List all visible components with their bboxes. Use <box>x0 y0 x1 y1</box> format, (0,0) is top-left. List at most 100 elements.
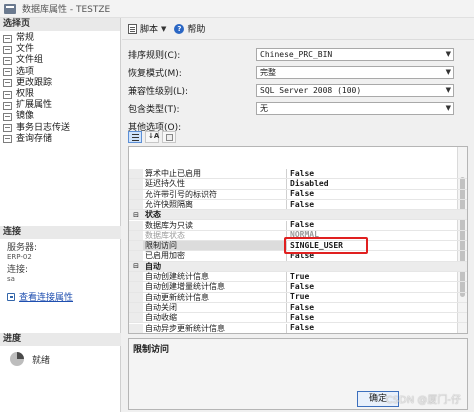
property-row[interactable]: 自动创建统计信息 True <box>129 272 467 283</box>
sidebar-item-2[interactable]: 文件组 <box>0 55 120 66</box>
connection-section: 连接 服务器: ERP-02 连接: sa 查看连接属性 <box>0 226 121 303</box>
sidebar-item-1[interactable]: 文件 <box>0 44 120 55</box>
property-row[interactable]: 算术中止已启用 False <box>129 169 467 180</box>
property-row[interactable]: 数据库为只读 False <box>129 220 467 231</box>
sidebar-item-8[interactable]: 事务日志传送 <box>0 123 120 134</box>
row-gutter <box>129 282 143 292</box>
sidebar-item-7[interactable]: 镜像 <box>0 111 120 122</box>
toolbar: 脚本 ▼ ? 帮助 <box>122 18 474 40</box>
property-name: 自动 <box>143 261 443 271</box>
collation-select[interactable]: Chinese_PRC_BIN ▼ <box>256 48 454 61</box>
server-label: 服务器: <box>7 243 38 253</box>
property-row[interactable]: 允许带引号的标识符 False <box>129 189 467 200</box>
recovery-select[interactable]: 完整 ▼ <box>256 66 454 79</box>
property-row[interactable]: 自动异步更新统计信息 False <box>129 323 467 333</box>
property-name: 自动创建统计信息 <box>143 272 287 282</box>
connection-info: 服务器: ERP-02 连接: sa 查看连接属性 <box>0 239 121 303</box>
server-value: ERP-02 <box>7 253 32 261</box>
property-name: 允许带引号的标识符 <box>143 189 287 199</box>
compat-select[interactable]: SQL Server 2008 (100) ▼ <box>256 84 454 97</box>
compat-label: 兼容性级别(L): <box>128 87 189 97</box>
recovery-value: 完整 <box>260 68 276 77</box>
property-row[interactable]: 数据库状态 NORMAL <box>129 230 467 242</box>
row-gutter <box>129 272 143 282</box>
script-label: 脚本 <box>140 25 159 35</box>
page-icon <box>3 45 12 54</box>
collapse-icon[interactable]: ⊟ <box>129 210 143 219</box>
row-gutter <box>129 292 143 302</box>
property-value[interactable]: False <box>287 323 314 333</box>
property-grid[interactable]: 算术中止已启用 False 延迟持久性 Disabled 允许带引号的标识符 False 允… <box>128 146 468 334</box>
sidebar-item-9[interactable]: 查询存储 <box>0 134 120 145</box>
row-gutter <box>129 313 143 323</box>
property-category-row[interactable]: ⊟ 状态 <box>129 210 467 221</box>
property-row[interactable]: 自动收缩 False <box>129 313 467 324</box>
chevron-down-icon: ▼ <box>445 86 451 94</box>
property-row[interactable]: 自动更新统计信息 True <box>129 292 467 303</box>
property-value[interactable]: False <box>287 220 314 230</box>
sidebar-item-label: 文件 <box>16 44 35 55</box>
page-icon <box>3 68 12 77</box>
row-gutter <box>129 251 143 261</box>
sidebar-item-label: 事务日志传送 <box>16 122 71 133</box>
script-button[interactable]: 脚本 ▼ <box>128 22 166 35</box>
property-value[interactable]: False <box>287 169 314 179</box>
property-row[interactable]: 允许快照隔离 False <box>129 200 467 211</box>
containment-row: 包含类型(T): 无 ▼ <box>128 102 468 115</box>
property-value[interactable]: False <box>287 251 314 261</box>
sidebar-item-label: 更改跟踪 <box>16 77 53 88</box>
property-value[interactable]: True <box>287 272 309 282</box>
chevron-down-icon[interactable]: ▼ <box>161 25 166 33</box>
property-value[interactable]: Disabled <box>287 179 329 189</box>
watermark-text: CSDN @厦门-仔 <box>385 395 461 406</box>
property-value[interactable]: False <box>287 282 314 292</box>
grid-toolbar: ↓A <box>128 131 179 143</box>
property-name: 自动收缩 <box>143 313 287 323</box>
property-value[interactable]: False <box>287 303 314 313</box>
page-icon <box>3 56 12 65</box>
property-row[interactable]: 限制访问 SINGLE_USER <box>129 241 467 252</box>
property-row[interactable]: 已启用加密 False <box>129 251 467 262</box>
progress-spinner-icon <box>10 352 24 366</box>
sidebar-item-3[interactable]: 选项 <box>0 67 120 78</box>
progress-section: 进度 就绪 <box>0 333 121 366</box>
page-icon <box>3 34 12 43</box>
page-icon <box>3 101 12 110</box>
sidebar-item-5[interactable]: 权限 <box>0 89 120 100</box>
chevron-down-icon: ▼ <box>445 68 451 76</box>
property-name: 限制访问 <box>143 241 287 251</box>
alphabetical-button[interactable]: ↓A <box>145 131 159 143</box>
property-row[interactable]: 延迟持久性 Disabled <box>129 179 467 190</box>
help-button[interactable]: ? 帮助 <box>174 22 205 35</box>
sidebar-item-6[interactable]: 扩展属性 <box>0 100 120 111</box>
property-value[interactable]: True <box>287 292 309 302</box>
description-panel: 限制访问 确定 CSDN @厦门-仔 <box>128 338 468 410</box>
categorized-button[interactable] <box>128 131 142 143</box>
connection-properties-icon <box>7 292 15 301</box>
property-value[interactable]: False <box>287 189 314 199</box>
sidebar-item-4[interactable]: 更改跟踪 <box>0 78 120 89</box>
property-value[interactable]: False <box>287 200 314 210</box>
row-gutter <box>129 241 143 251</box>
sidebar-item-label: 常规 <box>16 33 35 43</box>
left-pane: 选择页 常规 文件 文件组 选项 更改跟踪 权限 扩展属性 镜像 事务日志传送 查询存储 连接 服… <box>0 18 121 412</box>
property-value[interactable]: False <box>287 313 314 323</box>
sidebar-item-label: 扩展属性 <box>16 100 53 111</box>
property-name: 数据库为只读 <box>143 220 287 230</box>
help-icon: ? <box>174 23 185 34</box>
row-gutter <box>129 230 143 241</box>
property-value[interactable]: SINGLE_USER <box>287 241 343 251</box>
property-row[interactable]: 自动创建增量统计信息 False <box>129 282 467 293</box>
sidebar-item-label: 权限 <box>16 88 35 99</box>
chevron-down-icon: ▼ <box>445 104 451 112</box>
view-connection-properties-link[interactable]: 查看连接属性 <box>7 290 121 303</box>
page-icon <box>3 135 12 144</box>
containment-select[interactable]: 无 ▼ <box>256 102 454 115</box>
page-list: 常规 文件 文件组 选项 更改跟踪 权限 扩展属性 镜像 事务日志传送 查询存储 <box>0 31 120 145</box>
sidebar-item-0[interactable]: 常规 <box>0 33 120 44</box>
property-pages-button[interactable] <box>162 131 176 143</box>
collapse-icon[interactable]: ⊟ <box>129 262 143 271</box>
property-category-row[interactable]: ⊟ 自动 <box>129 261 467 272</box>
view-connection-properties-text[interactable]: 查看连接属性 <box>19 290 73 303</box>
property-row[interactable]: 自动关闭 False <box>129 303 467 314</box>
